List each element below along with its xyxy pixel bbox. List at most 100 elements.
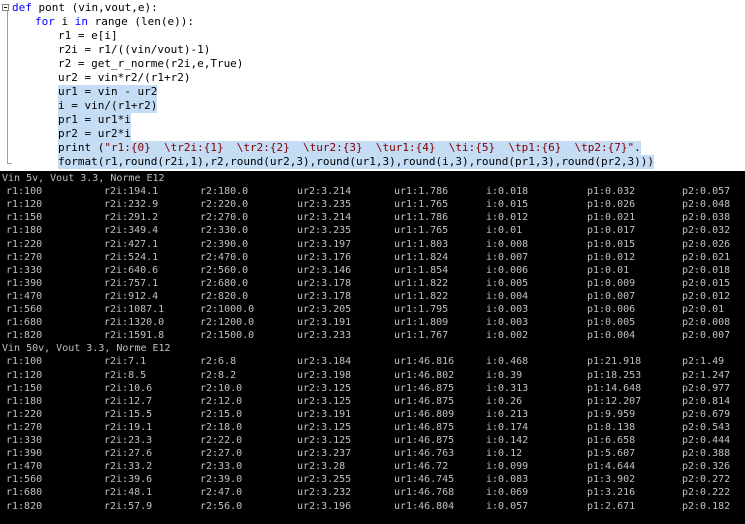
console-cell: i:0.468 bbox=[486, 356, 529, 368]
console-cell: p1:9.959 bbox=[587, 408, 636, 420]
console-row: r1:220 r2i:427.1 r2:390.0 ur2:3.197 ur1:1.80… bbox=[2, 238, 742, 251]
console-cell: p1:0.021 bbox=[587, 212, 636, 224]
console-cell: r1:680 bbox=[6, 317, 43, 329]
console-cell: r2:15.0 bbox=[200, 408, 243, 420]
code-line[interactable]: format(r1,round(r2i,1),r2,round(ur2,3),r… bbox=[58, 155, 655, 169]
console-cell: i:0.008 bbox=[486, 238, 529, 250]
code-line[interactable]: def pont (vin,vout,e): bbox=[12, 1, 158, 15]
code-line[interactable]: i = vin/(r1+r2) bbox=[58, 99, 158, 113]
console-section-header: Vin 50v, Vout 3.3, Norme E12 bbox=[2, 343, 171, 355]
code-text: r2 = get_r_norme(r2i,e,True) bbox=[58, 57, 244, 70]
console-cell: ur2:3.191 bbox=[297, 408, 352, 420]
console-cell: i:0.174 bbox=[486, 421, 529, 433]
console-cell: p2:1.247 bbox=[682, 369, 731, 381]
fold-gutter-end bbox=[7, 163, 12, 164]
console-cell: ur1:1.824 bbox=[394, 251, 449, 263]
console-cell: ur1:46.768 bbox=[394, 487, 455, 499]
code-line[interactable]: ur2 = vin*r2/(r1+r2) bbox=[58, 71, 190, 85]
console-cell: r1:220 bbox=[6, 238, 43, 250]
console-cell: r1:330 bbox=[6, 435, 43, 446]
console-cell: p1:0.01 bbox=[587, 264, 630, 276]
console-cell: ur2:3.125 bbox=[297, 435, 352, 446]
console-cell: p2:0.021 bbox=[682, 251, 731, 263]
console-cell: r2i:1087.1 bbox=[104, 304, 165, 315]
console-cell: i:0.083 bbox=[486, 474, 529, 486]
console-row: r1:220 r2i:15.5 r2:15.0 ur2:3.191 ur1:46.809… bbox=[2, 408, 742, 421]
console-cell: p2:0.388 bbox=[682, 448, 731, 460]
console-cell: ur2:3.125 bbox=[297, 421, 352, 433]
console-cell: r1:470 bbox=[6, 461, 43, 473]
console-cell: r2:56.0 bbox=[200, 500, 243, 512]
console-cell: ur2:3.196 bbox=[297, 500, 352, 512]
console-section-header: Vin 5v, Vout 3.3, Norme E12 bbox=[2, 173, 165, 184]
code-line[interactable]: pr2 = ur2*i bbox=[58, 127, 131, 141]
console-cell: i:0.007 bbox=[486, 251, 529, 263]
console-cell: i:0.005 bbox=[486, 277, 529, 289]
console-cell: r2:27.0 bbox=[200, 448, 243, 460]
console-cell: r2:33.0 bbox=[200, 461, 243, 473]
console-cell: r2i:194.1 bbox=[104, 186, 159, 198]
console-cell: r2i:7.1 bbox=[104, 356, 147, 368]
console-cell: ur1:46.809 bbox=[394, 408, 455, 420]
console-cell: r2i:48.1 bbox=[104, 487, 153, 499]
console-cell: ur2:3.28 bbox=[297, 461, 346, 473]
console-cell: r2:18.0 bbox=[200, 421, 243, 433]
console-cell: r1:100 bbox=[6, 186, 43, 198]
console-cell: r2:820.0 bbox=[200, 290, 249, 302]
console-cell: p2:0.008 bbox=[682, 317, 731, 329]
console-cell: r2i:524.1 bbox=[104, 251, 159, 263]
code-line[interactable]: ur1 = vin - ur2 bbox=[58, 85, 158, 99]
console-cell: p2:0.012 bbox=[682, 290, 731, 302]
code-text: i bbox=[54, 15, 75, 28]
console-cell: i:0.006 bbox=[486, 264, 529, 276]
console-row: r1:330 r2i:640.6 r2:560.0 ur2:3.146 ur1:1.85… bbox=[2, 264, 742, 277]
console-cell: p1:0.005 bbox=[587, 317, 636, 329]
code-line[interactable]: print ("r1:{0} \tr2i:{1} \tr2:{2} \tur2:… bbox=[58, 141, 641, 155]
code-line[interactable]: pr1 = ur1*i bbox=[58, 113, 131, 127]
code-text: print ( bbox=[58, 141, 105, 154]
console-cell: r2i:757.1 bbox=[104, 277, 159, 289]
console-cell: p1:4.644 bbox=[587, 461, 636, 473]
console-cell: p1:0.012 bbox=[587, 251, 636, 263]
console-cell: ur1:1.822 bbox=[394, 277, 449, 289]
console-cell: r2:180.0 bbox=[200, 186, 249, 198]
console-cell: p2:0.272 bbox=[682, 474, 731, 486]
console-cell: i:0.012 bbox=[486, 212, 529, 224]
console-cell: ur2:3.176 bbox=[297, 251, 352, 263]
code-editor[interactable]: def pont (vin,vout,e): for i in range (le… bbox=[0, 0, 745, 170]
console-row: r1:560 r2i:1087.1 r2:1000.0 ur2:3.205 ur1:1.… bbox=[2, 303, 742, 316]
code-line[interactable]: r2 = get_r_norme(r2i,e,True) bbox=[58, 57, 243, 71]
console-cell: r1:180 bbox=[6, 225, 43, 237]
console-cell: ur2:3.232 bbox=[297, 487, 352, 499]
console-cell: p1:0.017 bbox=[587, 225, 636, 237]
console-cell: p1:12.207 bbox=[587, 395, 642, 407]
fold-toggle-icon[interactable] bbox=[2, 4, 9, 11]
console-cell: ur2:3.178 bbox=[297, 290, 352, 302]
console-cell: r1:820 bbox=[6, 500, 43, 512]
console-cell: p2:0.038 bbox=[682, 212, 731, 224]
console-cell: ur1:46.875 bbox=[394, 382, 455, 394]
code-line[interactable]: r2i = r1/((vin/vout)-1) bbox=[58, 43, 210, 57]
console-cell: ur1:46.72 bbox=[394, 461, 449, 473]
code-text: r1 = e[i] bbox=[58, 29, 118, 42]
console-cell: p1:0.006 bbox=[587, 304, 636, 315]
code-line[interactable]: r1 = e[i] bbox=[58, 29, 118, 43]
code-string: "r1:{0} \tr2i:{1} \tr2:{2} \tur2:{3} \tu… bbox=[104, 141, 635, 154]
console-cell: r1:120 bbox=[6, 369, 43, 381]
code-text: ur1 = vin - ur2 bbox=[58, 85, 158, 98]
console-cell: r1:100 bbox=[6, 356, 43, 368]
console-output[interactable]: Vin 5v, Vout 3.3, Norme E12 r1:100 r2i:194… bbox=[0, 171, 745, 524]
console-row: r1:270 r2i:524.1 r2:470.0 ur2:3.176 ur1:1.82… bbox=[2, 251, 742, 264]
code-line[interactable]: for i in range (len(e)): bbox=[35, 15, 194, 29]
console-row: r1:180 r2i:349.4 r2:330.0 ur2:3.235 ur1:1.76… bbox=[2, 224, 742, 237]
console-row: r1:820 r2i:57.9 r2:56.0 ur2:3.196 ur1:46.804… bbox=[2, 500, 742, 513]
console-cell: ur2:3.178 bbox=[297, 277, 352, 289]
console-cell: p1:0.026 bbox=[587, 199, 636, 211]
console-cell: p1:21.918 bbox=[587, 356, 642, 368]
console-cell: p2:0.026 bbox=[682, 238, 731, 250]
console-cell: ur1:1.809 bbox=[394, 317, 449, 329]
code-text: pont (vin,vout,e): bbox=[31, 1, 158, 14]
code-text: pr2 = ur2*i bbox=[58, 127, 131, 140]
console-cell: r2i:12.7 bbox=[104, 395, 153, 407]
console-cell: p1:0.032 bbox=[587, 186, 636, 198]
